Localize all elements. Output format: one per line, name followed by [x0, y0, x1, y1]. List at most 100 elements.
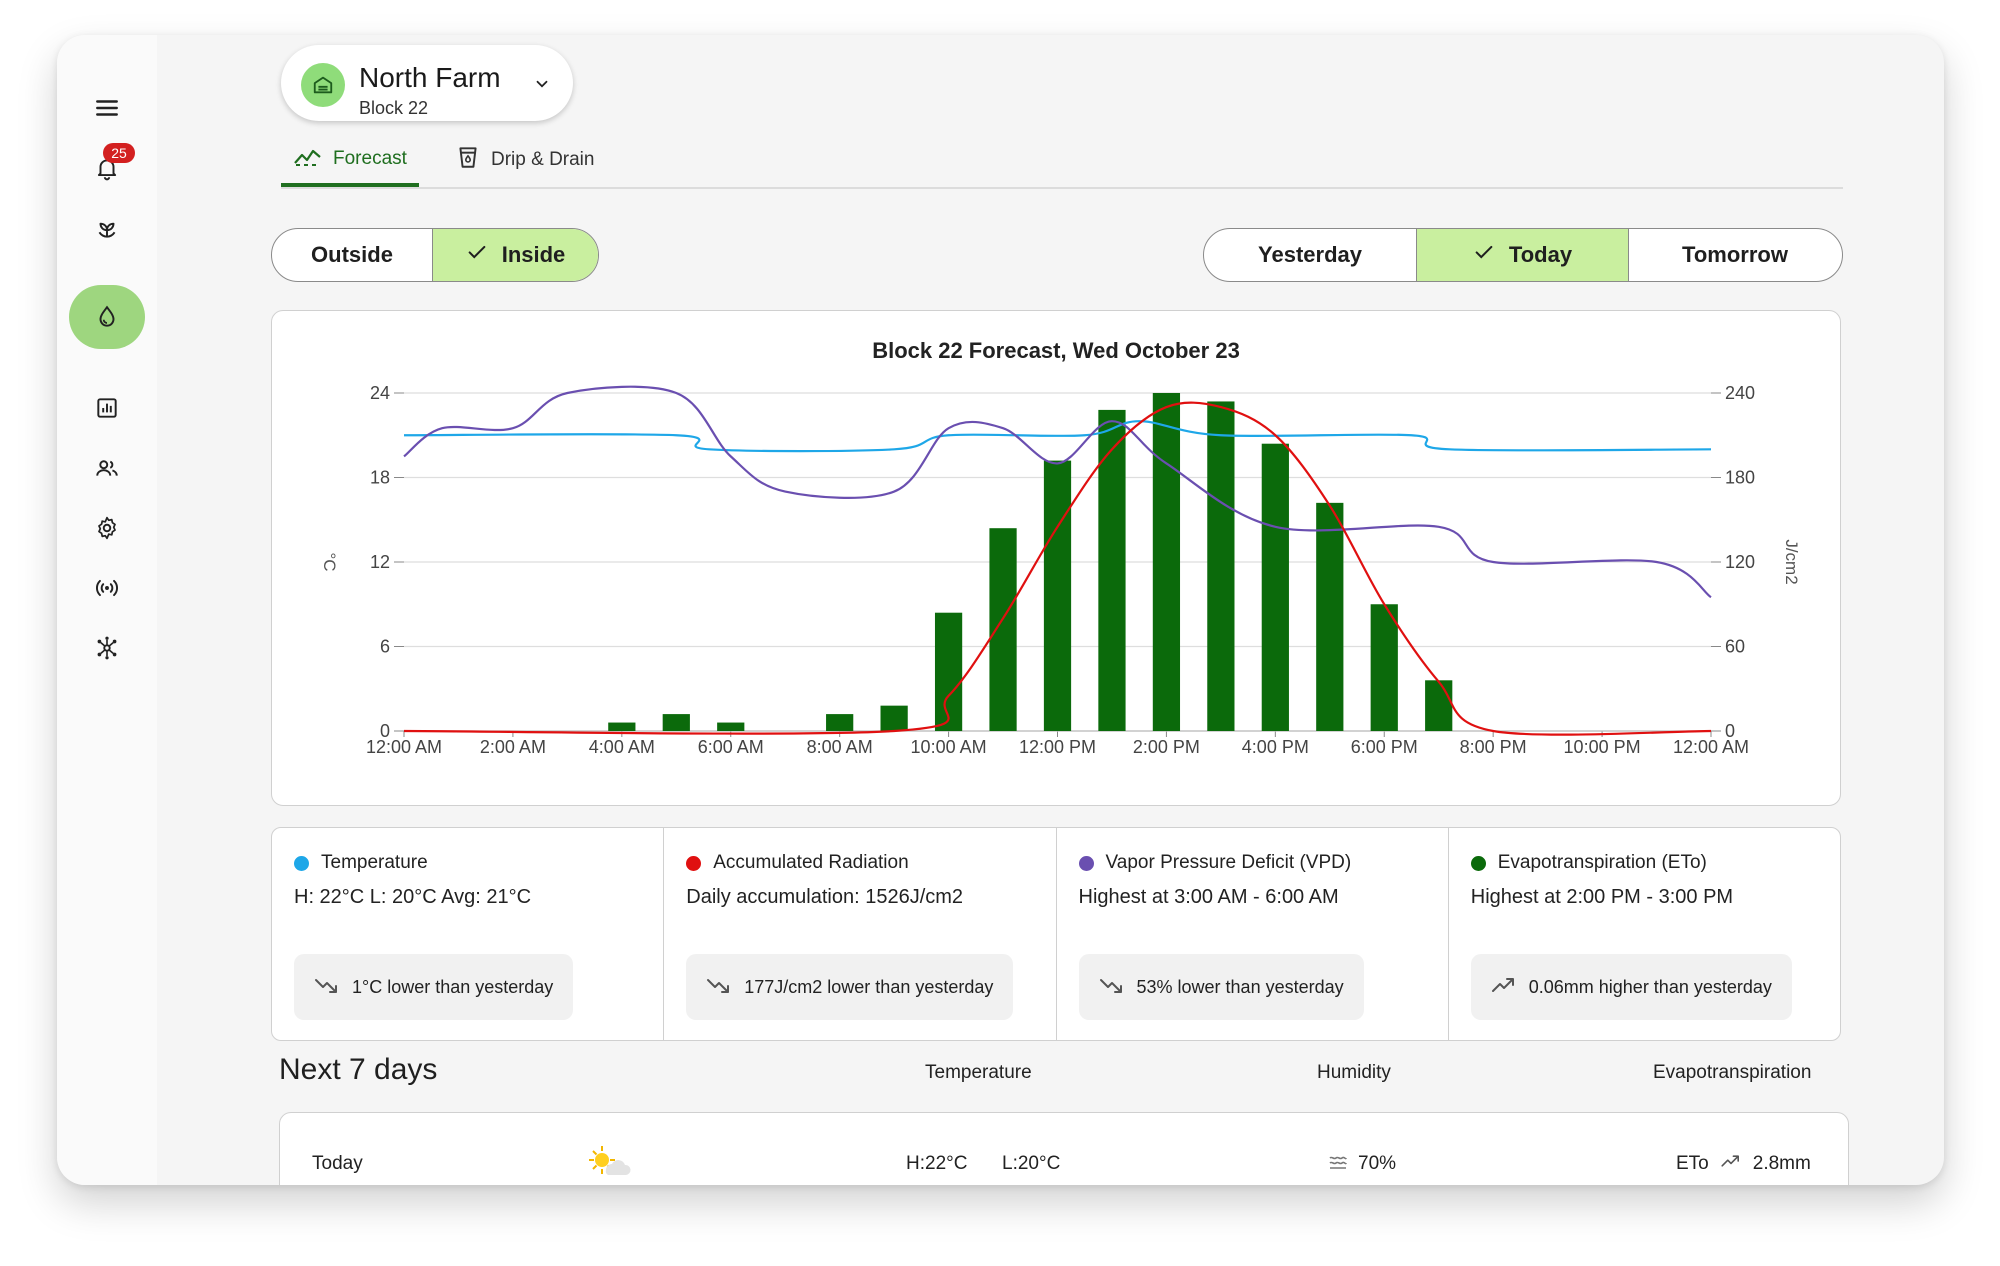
forecast-chart-card: Block 22 Forecast, Wed October 23 0 6 12 18…: [271, 310, 1841, 806]
eto-bar: [1425, 680, 1453, 731]
eto-cell: ETo 2.8mm: [1676, 1153, 1811, 1175]
check-icon: [1473, 241, 1495, 269]
haze-icon: [1328, 1153, 1348, 1175]
tomorrow-label: Tomorrow: [1682, 242, 1788, 267]
trend-chart-icon: [293, 145, 323, 173]
eto-bar: [1152, 393, 1181, 731]
stat-detail: H: 22°C L: 20°C Avg: 21°C: [294, 886, 532, 908]
x-tick-label: 10:00 AM: [911, 737, 987, 757]
column-evapotranspiration: Evapotranspiration: [1653, 1062, 1812, 1083]
x-tick-label: 12:00 PM: [1019, 737, 1096, 757]
gear-icon[interactable]: [87, 508, 127, 548]
x-tick-label: 10:00 PM: [1564, 737, 1641, 757]
trend-text: 0.06mm higher than yesterday: [1528, 976, 1772, 997]
eto-bar: [1207, 401, 1235, 731]
today-button[interactable]: Today: [1416, 229, 1628, 281]
report-icon[interactable]: [87, 388, 127, 428]
yesterday-label: Yesterday: [1258, 242, 1362, 267]
trend-pill: 53% lower than yesterday: [1078, 954, 1364, 1020]
barn-icon: [301, 63, 345, 107]
farm-selector[interactable]: North Farm Block 22: [281, 45, 573, 121]
tab-drip-drain[interactable]: Drip & Drain: [455, 135, 594, 185]
day-row[interactable]: Today H:22°C L:20°C 70% ETo 2.8mm: [279, 1112, 1849, 1185]
stat-detail: Highest at 2:00 PM - 3:00 PM: [1470, 886, 1734, 908]
y-right-axis-label: J/cm2: [1782, 539, 1801, 584]
broadcast-icon[interactable]: [87, 568, 127, 608]
chevron-down-icon: [533, 75, 551, 98]
view-tabs: Forecast Drip & Drain: [281, 135, 1843, 189]
eto-bar: [826, 714, 854, 731]
y-left-tick-label: 24: [370, 383, 390, 403]
stat-detail: Daily accumulation: 1526J/cm2: [686, 886, 964, 908]
eto-bar: [608, 722, 636, 731]
stat-name: Accumulated Radiation: [713, 852, 909, 873]
inside-button[interactable]: Inside: [432, 229, 598, 281]
day-toggle: Yesterday Today Tomorrow: [1203, 228, 1843, 282]
stat-detail: Highest at 3:00 AM - 6:00 AM: [1078, 886, 1339, 908]
x-tick-label: 2:00 PM: [1133, 737, 1200, 757]
today-label: Today: [1508, 242, 1573, 267]
stat-name: Temperature: [321, 852, 428, 873]
outside-button[interactable]: Outside: [272, 229, 432, 281]
x-tick-label: 8:00 AM: [807, 737, 873, 757]
humidity-cell: 70%: [1328, 1153, 1396, 1175]
trend-text: 1°C lower than yesterday: [352, 976, 554, 997]
y-right-tick-label: 180: [1725, 468, 1755, 488]
tomorrow-button[interactable]: Tomorrow: [1628, 229, 1841, 281]
eto-bar: [717, 722, 745, 731]
trend-text: 177J/cm2 lower than yesterday: [744, 976, 994, 997]
drip-cup-icon: [455, 144, 481, 176]
tab-forecast-label: Forecast: [333, 148, 407, 169]
x-tick-label: 4:00 AM: [589, 737, 655, 757]
day-low: L:20°C: [1002, 1153, 1061, 1174]
day-label: Today: [312, 1153, 363, 1174]
stat-radiation: Accumulated Radiation Daily accumulation…: [663, 828, 1055, 1040]
trend-pill: 0.06mm higher than yesterday: [1470, 954, 1792, 1020]
next-7-days-title: Next 7 days: [279, 1053, 438, 1086]
radiation-dot: [686, 855, 702, 871]
column-temperature: Temperature: [925, 1062, 1032, 1083]
x-tick-label: 8:00 PM: [1460, 737, 1527, 757]
eto-bar: [1261, 443, 1289, 731]
menu-icon[interactable]: [87, 88, 127, 128]
water-drop-icon[interactable]: [87, 297, 127, 337]
x-tick-label: 6:00 PM: [1351, 737, 1418, 757]
check-icon: [466, 241, 488, 269]
y-left-tick-label: 18: [370, 468, 390, 488]
network-icon[interactable]: [87, 628, 127, 668]
eto-bar: [989, 528, 1017, 731]
partly-sunny-icon: [586, 1143, 634, 1177]
stat-eto: Evapotranspiration (ETo) Highest at 2:00…: [1447, 828, 1840, 1040]
yesterday-button[interactable]: Yesterday: [1204, 229, 1416, 281]
temperature-dot: [294, 855, 309, 871]
eto-bar: [934, 612, 963, 731]
eto-bar: [1098, 409, 1126, 731]
eto-value: 2.8mm: [1752, 1153, 1811, 1174]
x-tick-label: 12:00 AM: [1673, 737, 1749, 757]
forecast-chart: 06121824060120180240°C J/cm212:00 AM 2:00 …: [320, 383, 1801, 757]
y-right-tick-label: 240: [1725, 383, 1755, 403]
y-right-tick-label: 120: [1725, 552, 1755, 572]
trend-pill: 177J/cm2 lower than yesterday: [686, 954, 1014, 1020]
x-tick-label: 6:00 AM: [698, 737, 764, 757]
day-high: H:22°C: [906, 1153, 968, 1174]
sprout-icon[interactable]: [87, 208, 127, 248]
trend-down-icon: [314, 975, 340, 1000]
temperature-line: [403, 420, 1712, 453]
column-humidity: Humidity: [1317, 1062, 1391, 1083]
stat-temperature: Temperature H: 22°C L: 20°C Avg: 21°C 1°…: [272, 828, 663, 1040]
y-left-tick-label: 6: [380, 637, 390, 657]
eto-bar: [1370, 604, 1398, 731]
people-icon[interactable]: [87, 448, 127, 488]
eto-bar: [1316, 502, 1344, 731]
x-tick-label: 12:00 AM: [366, 737, 442, 757]
tab-forecast[interactable]: Forecast: [281, 135, 419, 187]
outside-label: Outside: [311, 242, 393, 267]
vpd-dot: [1078, 855, 1094, 871]
farm-block: Block 22: [359, 98, 429, 118]
eto-label: ETo: [1676, 1153, 1709, 1174]
eto-bar: [662, 714, 690, 731]
stat-name: Vapor Pressure Deficit (VPD): [1105, 852, 1352, 873]
trend-up-icon: [1491, 975, 1517, 1000]
eto-bar: [1043, 460, 1072, 731]
